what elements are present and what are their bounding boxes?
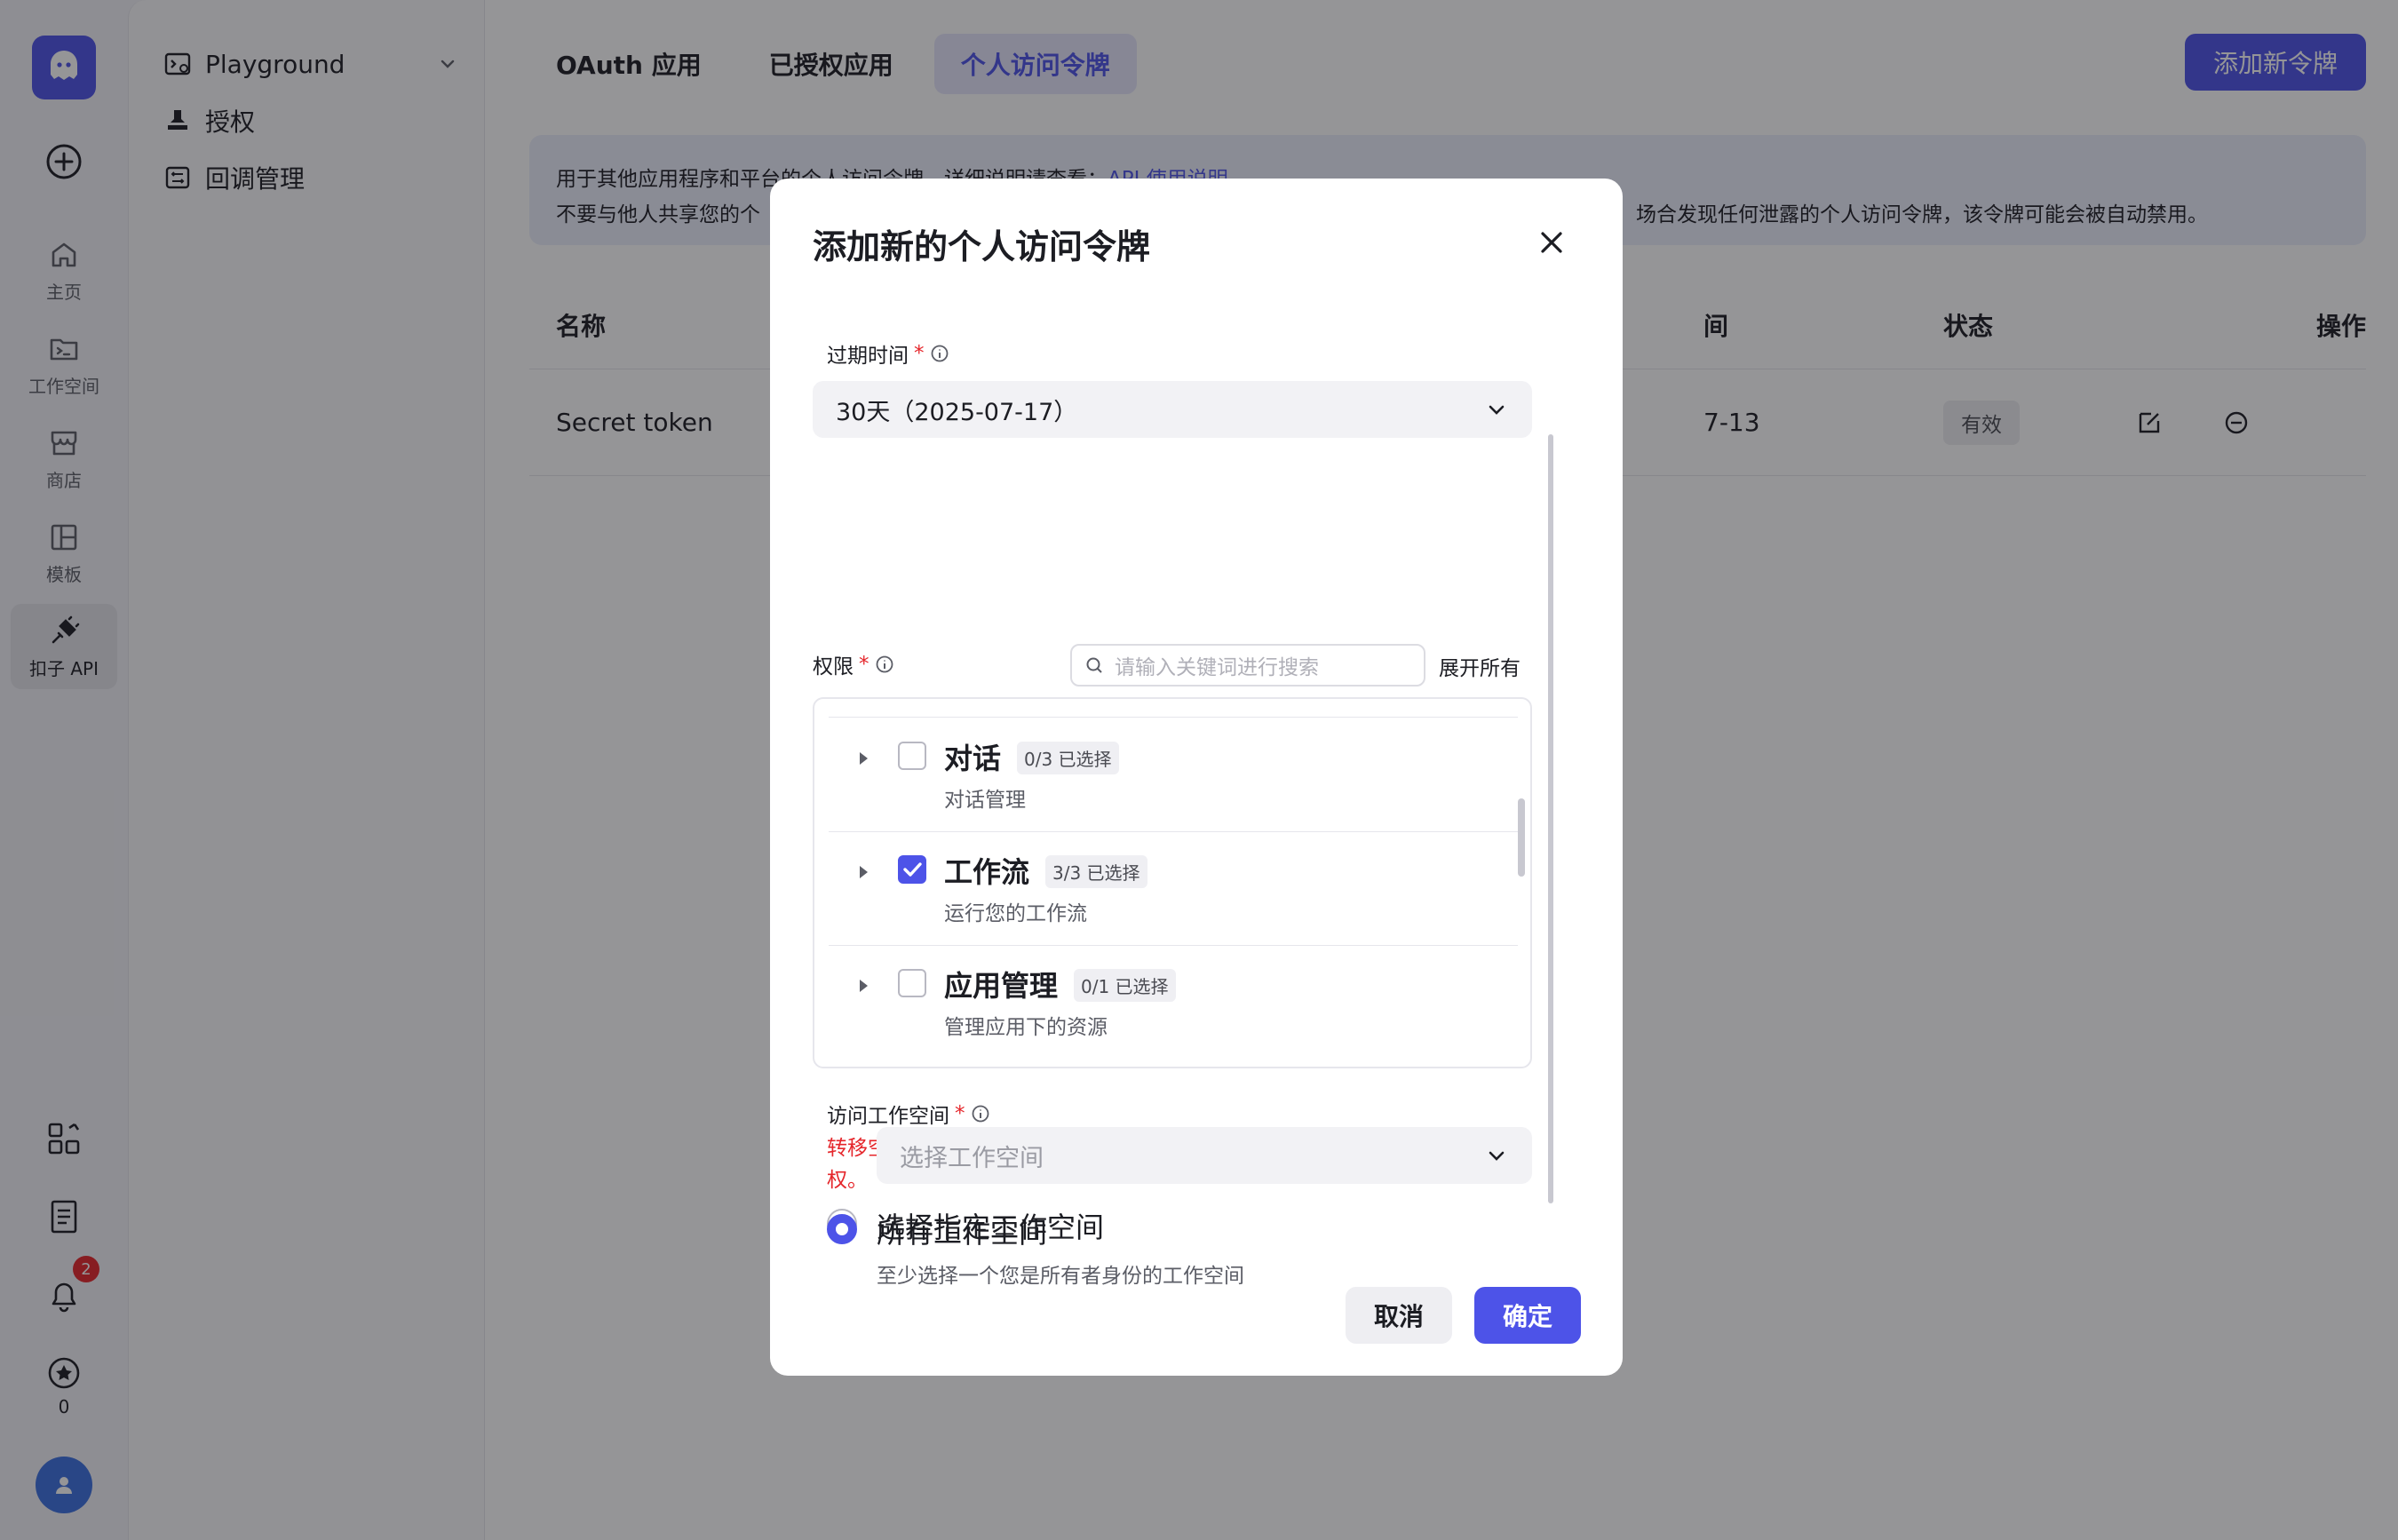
modal-title: 添加新的个人访问令牌 [813,227,1151,266]
permission-list-scrollbar[interactable] [1518,798,1525,877]
add-token-modal: 添加新的个人访问令牌 过期时间 * 30天（2025-07-17） 权限 * 请输入… [770,179,1623,1376]
permission-name: 工作流 [944,855,1030,889]
expiry-label: 过期时间 * [827,338,949,369]
required-mark: * [914,342,925,365]
permission-checkbox[interactable] [898,855,926,884]
required-mark: * [859,653,869,676]
workspace-label: 访问工作空间 * [827,1099,990,1129]
confirm-button[interactable]: 确定 [1474,1287,1581,1344]
info-icon[interactable] [875,655,894,674]
chevron-down-icon [1489,405,1505,415]
permission-list: 对话 0/3 已选择 对话管理 工作流 3/3 已选择 运行您的工作流 应用管理… [813,697,1532,1068]
caret-right-icon[interactable] [855,750,871,766]
permission-checkbox[interactable] [898,969,926,997]
search-placeholder: 请输入关键词进行搜索 [1115,656,1319,679]
modal-body: 过期时间 * 30天（2025-07-17） 权限 * 请输入关键词进行搜索 展开所… [813,321,1563,1288]
permission-desc: 运行您的工作流 [944,902,1087,925]
expiry-label-text: 过期时间 [827,345,909,368]
permission-desc: 管理应用下的资源 [944,1016,1108,1039]
workspace-select-placeholder: 选择工作空间 [900,1144,1044,1172]
close-icon[interactable] [1536,226,1568,258]
chevron-down-icon [1489,1151,1505,1161]
permission-count: 3/3 已选择 [1045,855,1147,888]
caret-right-icon[interactable] [855,978,871,994]
expand-all-button[interactable]: 展开所有 [1439,651,1521,681]
permission-search-input[interactable]: 请输入关键词进行搜索 [1070,644,1425,687]
permissions-label-text: 权限 [813,655,854,679]
permission-count: 0/3 已选择 [1017,742,1119,774]
permission-item-chat: 对话 0/3 已选择 对话管理 [829,718,1518,832]
info-icon[interactable] [971,1104,990,1123]
check-icon [903,862,922,877]
permission-item-workflow: 工作流 3/3 已选择 运行您的工作流 [829,832,1518,946]
permission-count: 0/1 已选择 [1074,969,1176,1002]
divider [829,717,1518,718]
permission-checkbox[interactable] [898,742,926,770]
expiry-select[interactable]: 30天（2025-07-17） [813,381,1532,438]
radio-all-workspaces[interactable] [827,1214,857,1244]
workspace-select[interactable]: 选择工作空间 [877,1127,1532,1184]
permission-desc: 对话管理 [944,789,1026,812]
permission-name: 应用管理 [944,969,1059,1003]
radio-label-all[interactable]: 所有工作空间 [877,1211,1047,1251]
expiry-value: 30天（2025-07-17） [836,398,1078,426]
workspace-label-text: 访问工作空间 [827,1105,949,1128]
permission-name: 对话 [944,742,1002,775]
permission-item-app-management: 应用管理 0/1 已选择 管理应用下的资源 [829,946,1518,1060]
required-mark: * [955,1102,965,1125]
cancel-button[interactable]: 取消 [1346,1287,1452,1344]
permissions-label: 权限 * [813,649,894,679]
caret-right-icon[interactable] [855,864,871,880]
info-icon[interactable] [930,344,949,363]
specific-workspace-hint: 至少选择一个您是所有者身份的工作空间 [877,1265,1244,1288]
search-icon [1086,657,1102,673]
